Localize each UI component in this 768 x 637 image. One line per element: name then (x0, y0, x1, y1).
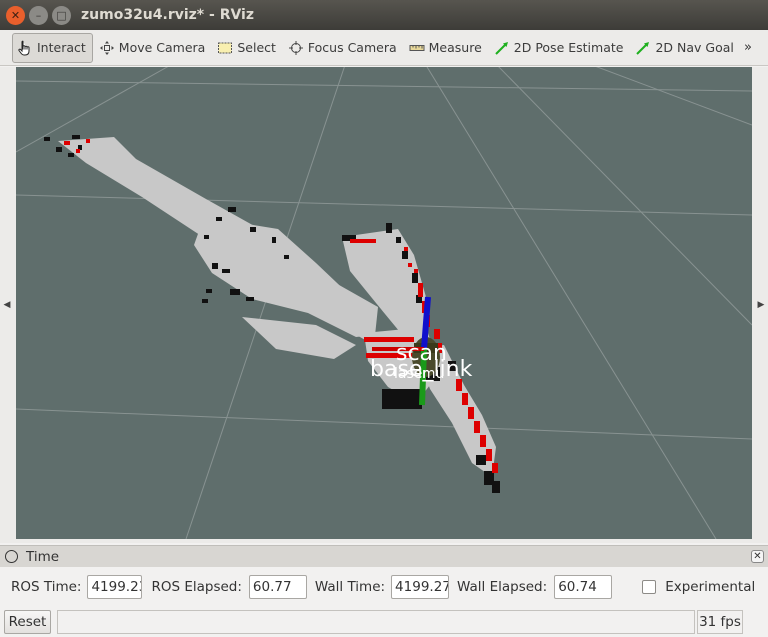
wall-time-field[interactable]: 4199.27 (391, 575, 450, 599)
focus-camera-tool-label: Focus Camera (307, 40, 397, 55)
time-panel-title: Time (26, 548, 60, 565)
wall-elapsed-label: Wall Elapsed: (457, 579, 548, 595)
select-tool-button[interactable]: Select (211, 33, 282, 63)
clock-icon (5, 550, 18, 563)
hand-pointer-icon (17, 40, 33, 56)
tf-frame-label: imu (418, 366, 445, 382)
green-arrow-icon (494, 40, 510, 56)
nav-goal-tool-label: 2D Nav Goal (655, 40, 734, 55)
nav-goal-tool-button[interactable]: 2D Nav Goal (629, 33, 739, 63)
select-box-icon (217, 40, 233, 56)
ros-elapsed-label: ROS Elapsed: (151, 579, 242, 595)
measure-tool-button[interactable]: Measure (403, 33, 488, 63)
experimental-checkbox[interactable] (642, 580, 657, 594)
minimize-icon: – (35, 8, 42, 22)
close-panel-button[interactable]: ✕ (751, 550, 764, 563)
wall-time-label: Wall Time: (314, 579, 386, 595)
toolbar-overflow-button[interactable]: » (744, 40, 752, 55)
time-panel-header: Time ✕ (0, 545, 768, 567)
left-dock-toggle[interactable]: ◀ (0, 67, 14, 543)
window-title-bar: ✕ – □ zumo32u4.rviz* - RViz (0, 0, 768, 30)
tool-toolbar: Interact Move Camera Select Focus Camera… (0, 30, 768, 66)
wall-elapsed-field[interactable]: 60.74 (554, 575, 613, 599)
3d-viewport[interactable]: scan base_link laser imu (16, 67, 752, 539)
experimental-label: Experimental (665, 579, 756, 595)
arrow-right-icon: ▶ (757, 300, 765, 310)
status-message-area (57, 610, 695, 634)
focus-camera-tool-button[interactable]: Focus Camera (282, 33, 403, 63)
render-panel: ◀ scan base_link laser imu ▶ (0, 67, 768, 543)
ruler-icon (409, 40, 425, 56)
time-panel: ROS Time: 4199.23 ROS Elapsed: 60.77 Wal… (0, 568, 768, 606)
pose-estimate-tool-button[interactable]: 2D Pose Estimate (488, 33, 630, 63)
scene-graphic (16, 67, 752, 539)
minimize-window-button[interactable]: – (29, 5, 48, 25)
right-dock-toggle[interactable]: ▶ (754, 67, 768, 543)
close-icon: ✕ (10, 8, 21, 22)
ros-elapsed-field[interactable]: 60.77 (248, 575, 307, 599)
interact-tool-label: Interact (37, 40, 86, 55)
interact-tool-button[interactable]: Interact (12, 32, 93, 63)
maximize-window-button[interactable]: □ (52, 5, 71, 25)
move-camera-tool-button[interactable]: Move Camera (93, 33, 212, 63)
select-tool-label: Select (237, 40, 276, 55)
arrow-left-icon: ◀ (3, 300, 11, 310)
status-bar: Reset 31 fps (0, 607, 768, 637)
focus-crosshair-icon (288, 40, 304, 56)
close-window-button[interactable]: ✕ (6, 5, 25, 25)
fps-readout: 31 fps (697, 610, 743, 634)
green-arrow-icon (635, 40, 651, 56)
move-camera-icon (99, 40, 115, 56)
pose-estimate-tool-label: 2D Pose Estimate (513, 40, 624, 55)
ros-time-label: ROS Time: (11, 579, 82, 595)
ros-time-field[interactable]: 4199.23 (87, 575, 143, 599)
move-camera-tool-label: Move Camera (118, 40, 206, 55)
maximize-icon: □ (56, 8, 67, 22)
reset-button[interactable]: Reset (4, 610, 51, 634)
window-title: zumo32u4.rviz* - RViz (81, 7, 255, 23)
measure-tool-label: Measure (428, 40, 482, 55)
